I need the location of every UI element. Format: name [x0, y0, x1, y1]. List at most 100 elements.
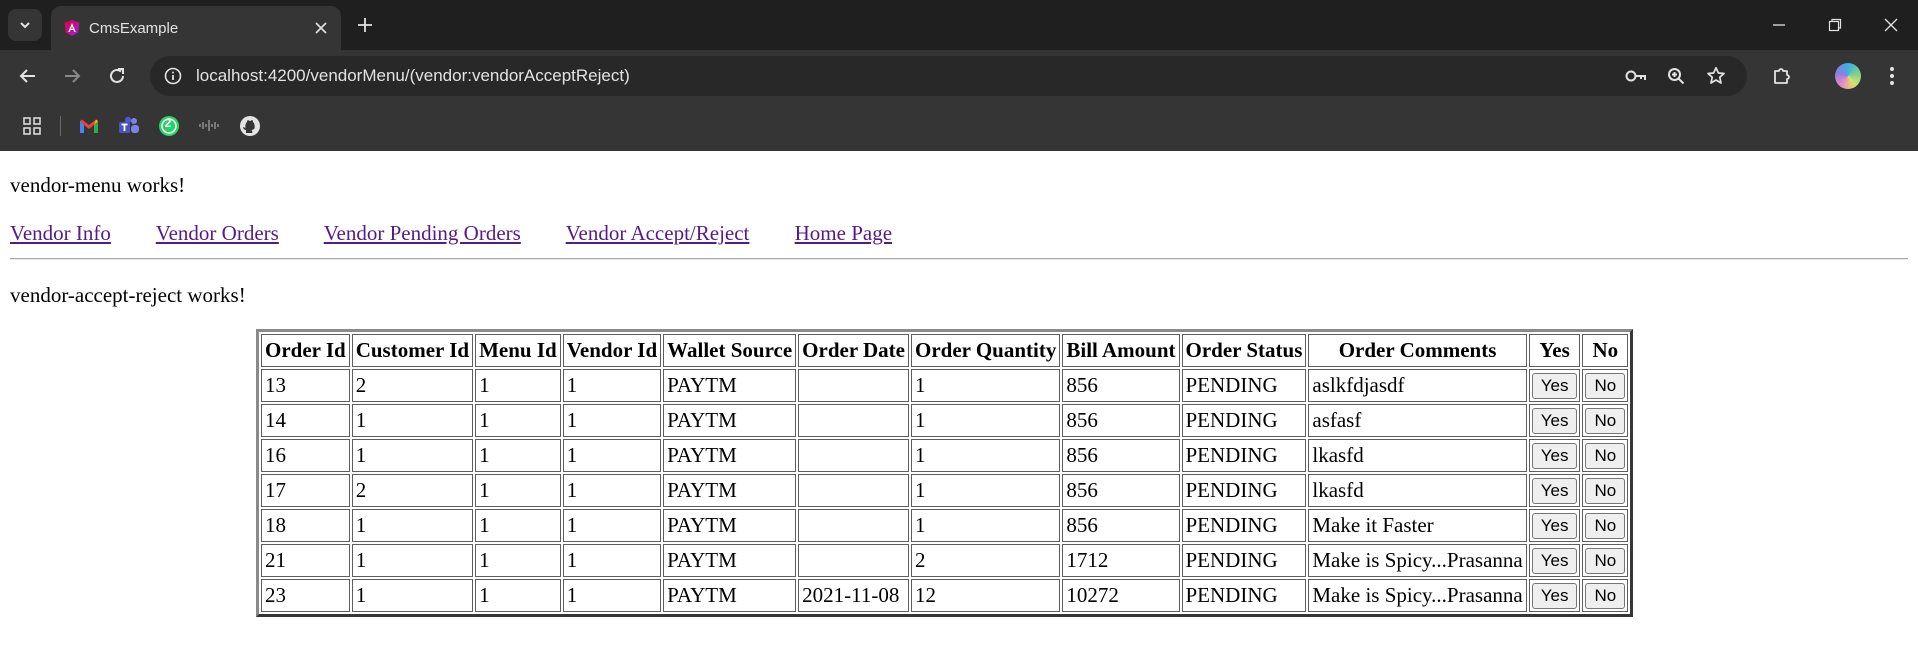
extensions-button[interactable] — [1768, 62, 1796, 90]
accept-yes-button[interactable]: Yes — [1531, 408, 1578, 434]
cell-order-date: 2021-11-08 — [798, 579, 909, 612]
bookmark-github[interactable] — [238, 114, 262, 138]
reject-no-button[interactable]: No — [1585, 373, 1626, 399]
profile-avatar[interactable] — [1835, 63, 1861, 89]
tab-close-button[interactable] — [309, 16, 333, 40]
cell-order-comments: Make it Faster — [1308, 509, 1527, 542]
apps-grid-icon — [23, 117, 41, 135]
bookmark-cisco[interactable] — [197, 114, 221, 138]
cell-wallet-source: PAYTM — [663, 544, 797, 577]
cell-menu-id: 1 — [475, 474, 561, 507]
cell-no: No — [1582, 509, 1629, 542]
table-row: 23 1 1 1 PAYTM 2021-11-08 12 10272 PENDI… — [261, 579, 1629, 612]
cell-order-comments: lkasfd — [1308, 474, 1527, 507]
reject-no-button[interactable]: No — [1585, 478, 1626, 504]
reload-button[interactable] — [102, 61, 132, 91]
cell-order-date — [798, 439, 909, 472]
cell-order-comments: Make is Spicy...Prasanna — [1308, 579, 1527, 612]
info-icon — [164, 67, 182, 85]
nav-link-vendor-pending-orders[interactable]: Vendor Pending Orders — [324, 221, 521, 245]
url-text[interactable]: localhost:4200/vendorMenu/(vendor:vendor… — [196, 66, 630, 86]
cell-menu-id: 1 — [475, 509, 561, 542]
cell-wallet-source: PAYTM — [663, 439, 797, 472]
tab-strip: CmsExample — [0, 0, 1918, 50]
reject-no-button[interactable]: No — [1585, 548, 1626, 574]
window-close-button[interactable] — [1874, 9, 1908, 41]
forward-button[interactable] — [57, 61, 87, 91]
cell-order-id: 21 — [261, 544, 350, 577]
cell-bill-amount: 1712 — [1062, 544, 1180, 577]
gmail-icon — [80, 119, 98, 133]
zoom-button[interactable] — [1664, 64, 1688, 88]
vendor-nav-links: Vendor Info Vendor Orders Vendor Pending… — [10, 221, 932, 246]
reject-no-button[interactable]: No — [1585, 443, 1626, 469]
password-key-button[interactable] — [1624, 64, 1648, 88]
back-button[interactable] — [13, 61, 43, 91]
nav-link-vendor-accept-reject[interactable]: Vendor Accept/Reject — [566, 221, 750, 245]
cell-bill-amount: 10272 — [1062, 579, 1180, 612]
accept-yes-button[interactable]: Yes — [1531, 443, 1578, 469]
cell-order-id: 18 — [261, 509, 350, 542]
cell-vendor-id: 1 — [562, 404, 662, 437]
bookmarks-separator — [60, 116, 61, 136]
cell-no: No — [1582, 579, 1629, 612]
header-order-comments: Order Comments — [1308, 334, 1527, 367]
cell-order-date — [798, 369, 909, 402]
reject-no-button[interactable]: No — [1585, 408, 1626, 434]
address-bar[interactable]: localhost:4200/vendorMenu/(vendor:vendor… — [150, 56, 1747, 96]
tab-search-button[interactable] — [8, 9, 42, 41]
header-customer-id: Customer Id — [351, 334, 474, 367]
reject-no-button[interactable]: No — [1585, 583, 1626, 609]
cell-order-status: PENDING — [1181, 474, 1307, 507]
accept-yes-button[interactable]: Yes — [1531, 478, 1578, 504]
apps-button[interactable] — [20, 114, 44, 138]
table-row: 21 1 1 1 PAYTM 2 1712 PENDING Make is Sp… — [261, 544, 1629, 577]
bookmark-star-button[interactable] — [1704, 64, 1728, 88]
cell-order-id: 16 — [261, 439, 350, 472]
nav-link-home-page[interactable]: Home Page — [795, 221, 892, 245]
accept-yes-button[interactable]: Yes — [1531, 583, 1578, 609]
bookmark-teams[interactable] — [117, 114, 141, 138]
cell-vendor-id: 1 — [562, 509, 662, 542]
cell-menu-id: 1 — [475, 404, 561, 437]
active-tab[interactable]: CmsExample — [51, 6, 341, 50]
cell-customer-id: 1 — [351, 579, 474, 612]
accept-yes-button[interactable]: Yes — [1531, 373, 1578, 399]
close-icon — [1884, 18, 1898, 32]
cell-order-date — [798, 544, 909, 577]
header-no: No — [1582, 334, 1629, 367]
cell-order-comments: lkasfd — [1308, 439, 1527, 472]
cell-customer-id: 2 — [351, 369, 474, 402]
cell-customer-id: 1 — [351, 544, 474, 577]
whatsapp-badge: 2 — [164, 116, 172, 130]
cell-yes: Yes — [1528, 404, 1581, 437]
site-info-button[interactable] — [162, 65, 184, 87]
cell-yes: Yes — [1528, 474, 1581, 507]
cell-order-comments: Make is Spicy...Prasanna — [1308, 544, 1527, 577]
header-order-date: Order Date — [798, 334, 909, 367]
zoom-in-icon — [1668, 68, 1685, 85]
cell-bill-amount: 856 — [1062, 439, 1180, 472]
cell-order-date — [798, 474, 909, 507]
cell-order-id: 14 — [261, 404, 350, 437]
bookmark-gmail[interactable] — [77, 114, 101, 138]
nav-link-vendor-orders[interactable]: Vendor Orders — [156, 221, 279, 245]
cell-order-id: 17 — [261, 474, 350, 507]
cell-order-comments: aslkfdjasdf — [1308, 369, 1527, 402]
bookmark-whatsapp[interactable]: 2 — [157, 114, 181, 138]
accept-yes-button[interactable]: Yes — [1531, 548, 1578, 574]
reject-no-button[interactable]: No — [1585, 513, 1626, 539]
nav-link-vendor-info[interactable]: Vendor Info — [10, 221, 111, 245]
restore-button[interactable] — [1818, 9, 1852, 41]
arrow-right-icon — [65, 69, 81, 83]
new-tab-button[interactable] — [350, 10, 380, 40]
cell-bill-amount: 856 — [1062, 509, 1180, 542]
chrome-menu-button[interactable] — [1878, 62, 1906, 90]
accept-yes-button[interactable]: Yes — [1531, 513, 1578, 539]
angular-favicon-icon — [64, 20, 80, 36]
minimize-button[interactable] — [1762, 9, 1796, 41]
cell-vendor-id: 1 — [562, 579, 662, 612]
plus-icon — [358, 18, 372, 32]
cell-yes: Yes — [1528, 369, 1581, 402]
cell-yes: Yes — [1528, 439, 1581, 472]
